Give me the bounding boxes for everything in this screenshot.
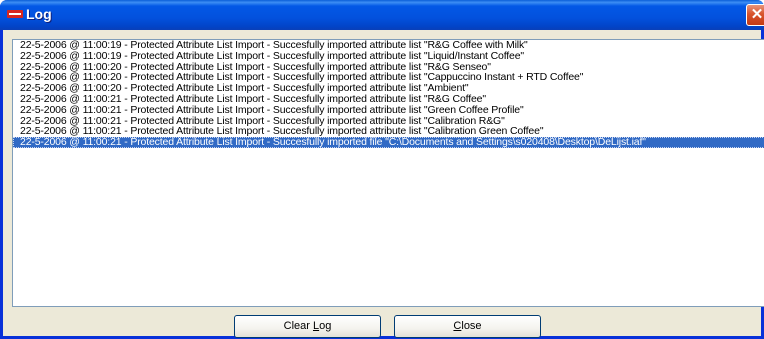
title-bar[interactable]: Log ✕ [0,0,764,30]
clear-log-label-prefix: Clear [283,320,313,332]
close-icon: ✕ [750,6,764,23]
close-window-button[interactable]: ✕ [746,4,764,26]
clear-log-button[interactable]: Clear Log [234,315,381,338]
log-entry[interactable]: 22-5-2006 @ 11:00:21 - Protected Attribu… [13,104,764,116]
window-title: Log [26,6,52,22]
app-icon [7,10,23,18]
close-label-suffix: lose [461,320,482,332]
log-window: Log ✕ 22-5-2006 @ 11:00:19 - Protected A… [0,0,764,339]
button-bar: Clear Log Close [3,311,761,338]
log-list[interactable]: 22-5-2006 @ 11:00:19 - Protected Attribu… [12,39,764,307]
log-entry[interactable]: 22-5-2006 @ 11:00:19 - Protected Attribu… [13,50,764,62]
log-entry[interactable]: 22-5-2006 @ 11:00:21 - Protected Attribu… [13,137,764,148]
close-button[interactable]: Close [394,315,541,338]
clear-log-label-suffix: og [319,320,332,332]
